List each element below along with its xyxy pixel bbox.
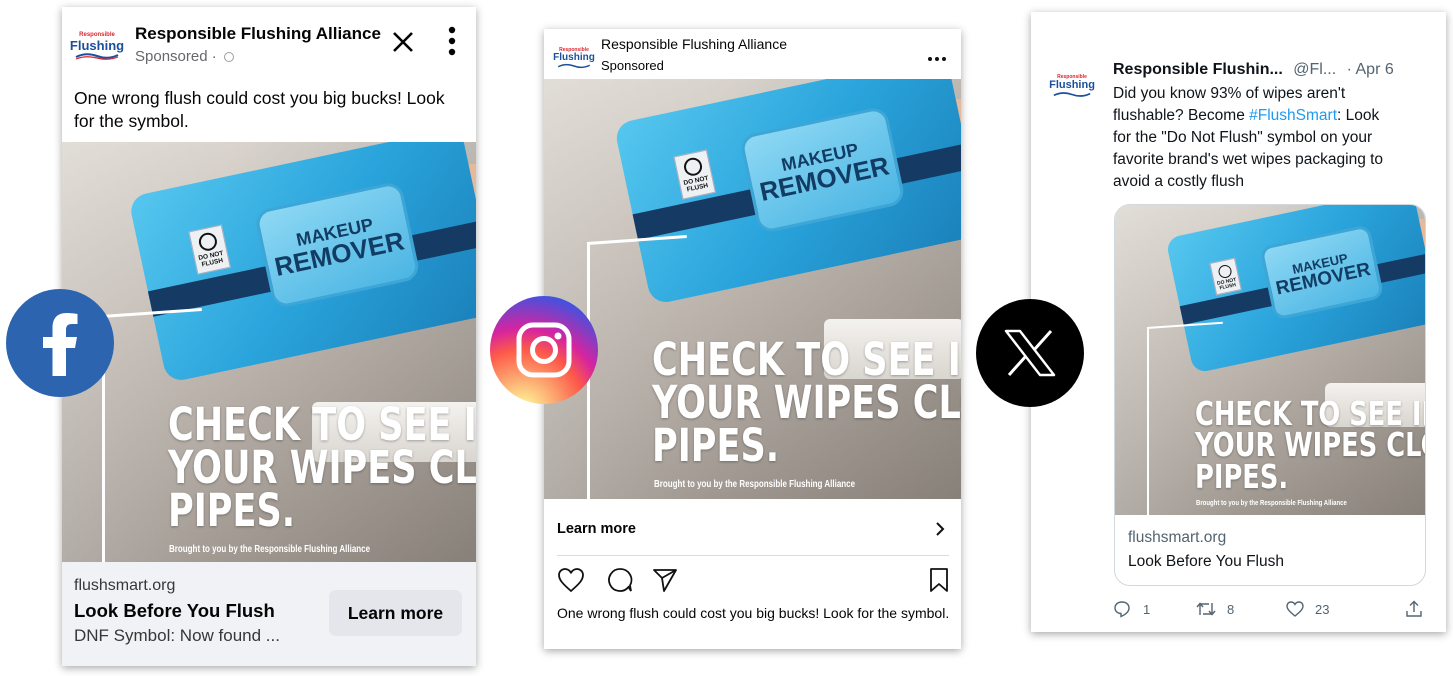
- ad-headline: CHECK TO SEE IF YOUR WIPES CLOG PIPES.: [168, 398, 476, 537]
- like-button[interactable]: 23: [1285, 600, 1329, 618]
- comment-icon[interactable]: [607, 567, 633, 598]
- reply-icon: [1114, 601, 1130, 618]
- link-title: Look Before You Flush: [1128, 553, 1284, 570]
- facebook-ad-card: Responsible Flushing Responsible Flushin…: [62, 7, 476, 666]
- brand-logo[interactable]: Responsible Flushing: [1049, 68, 1095, 104]
- share-button[interactable]: [1405, 600, 1423, 621]
- handle[interactable]: @Fl...: [1293, 61, 1336, 78]
- page-name[interactable]: Responsible Flushing Alliance: [135, 24, 381, 44]
- brand-logo[interactable]: Responsible Flushing: [70, 27, 124, 65]
- more-icon[interactable]: [927, 49, 947, 61]
- no-flush-icon: [1216, 263, 1233, 279]
- ad-image[interactable]: MAKEUP REMOVER DO NOT FLUSH CHECK TO SEE…: [62, 142, 476, 562]
- action-bar: 1 8 23: [1113, 600, 1425, 620]
- share-icon: [1406, 600, 1422, 617]
- link-preview[interactable]: flushsmart.org Look Before You Flush DNF…: [62, 562, 476, 666]
- bookmark-icon[interactable]: [929, 567, 949, 598]
- send-icon[interactable]: [652, 567, 678, 598]
- learn-more-link: Learn more: [557, 521, 636, 537]
- instagram-icon: [490, 296, 598, 404]
- package-lid: MAKEUP REMOVER: [253, 180, 422, 310]
- no-flush-icon: [197, 231, 219, 253]
- page-name[interactable]: Responsible Flushing Alliance: [601, 36, 787, 52]
- link-domain: flushsmart.org: [74, 577, 176, 594]
- ad-credit: Brought to you by the Responsible Flushi…: [169, 544, 371, 555]
- more-icon[interactable]: [446, 25, 458, 59]
- divider: [557, 555, 949, 556]
- ad-credit: Brought to you by the Responsible Flushi…: [654, 479, 856, 490]
- heart-icon[interactable]: [557, 567, 585, 598]
- post-caption: One wrong flush could cost you big bucks…: [557, 605, 950, 621]
- close-icon[interactable]: [390, 29, 416, 55]
- sponsored-label: Sponsored: [601, 58, 664, 73]
- package-lid: MAKEUP REMOVER: [738, 105, 907, 235]
- chevron-right-icon: [935, 521, 945, 542]
- instagram-ad-card: Responsible Flushing Responsible Flushin…: [544, 29, 961, 649]
- ad-headline: CHECK TO SEE IF YOUR WIPES CLOG PIPES.: [1195, 394, 1426, 496]
- dnf-symbol: DO NOT FLUSH: [673, 149, 716, 200]
- repost-button[interactable]: 8: [1195, 600, 1234, 618]
- no-flush-icon: [682, 156, 704, 178]
- learn-more-bar[interactable]: Learn more: [544, 499, 961, 556]
- post-caption: One wrong flush could cost you big bucks…: [74, 88, 445, 131]
- package-lid: MAKEUP REMOVER: [1259, 224, 1385, 321]
- link-description: DNF Symbol: Now found ...: [74, 626, 280, 645]
- facebook-icon: [6, 289, 114, 397]
- hashtag-link[interactable]: #FlushSmart: [1249, 107, 1337, 124]
- post-date[interactable]: · Apr 6: [1347, 61, 1394, 78]
- x-post-card: Responsible Flushing Responsible Flushin…: [1031, 12, 1446, 632]
- ad-image[interactable]: MAKEUP REMOVER DO NOT FLUSH CHECK TO SEE…: [544, 79, 961, 499]
- ad-credit: Brought to you by the Responsible Flushi…: [1196, 498, 1347, 507]
- sponsored-label: Sponsored ·: [135, 48, 234, 65]
- x-icon: [976, 299, 1084, 407]
- dnf-symbol: DO NOT FLUSH: [1209, 257, 1242, 296]
- brand-logo[interactable]: Responsible Flushing: [553, 43, 595, 73]
- globe-icon: [223, 52, 234, 62]
- link-domain: flushsmart.org: [1128, 529, 1227, 546]
- logo-wave: [75, 53, 119, 60]
- link-card[interactable]: MAKEUP REMOVER DO NOT FLUSH CHECK TO SEE…: [1114, 204, 1426, 586]
- post-text: Did you know 93% of wipes aren't flushab…: [1113, 85, 1384, 190]
- post-header: Responsible Flushin... @Fl... · Apr 6: [1113, 61, 1394, 79]
- dnf-symbol: DO NOT FLUSH: [188, 224, 231, 275]
- reply-button[interactable]: 1: [1113, 600, 1150, 618]
- like-icon: [1286, 601, 1304, 617]
- learn-more-button[interactable]: Learn more: [329, 590, 462, 636]
- page-name[interactable]: Responsible Flushin...: [1113, 61, 1283, 78]
- ad-image: MAKEUP REMOVER DO NOT FLUSH CHECK TO SEE…: [1115, 205, 1426, 515]
- repost-icon: [1196, 602, 1216, 616]
- link-title: Look Before You Flush: [74, 600, 275, 621]
- ad-headline: CHECK TO SEE IF YOUR WIPES CLOG PIPES.: [652, 333, 961, 472]
